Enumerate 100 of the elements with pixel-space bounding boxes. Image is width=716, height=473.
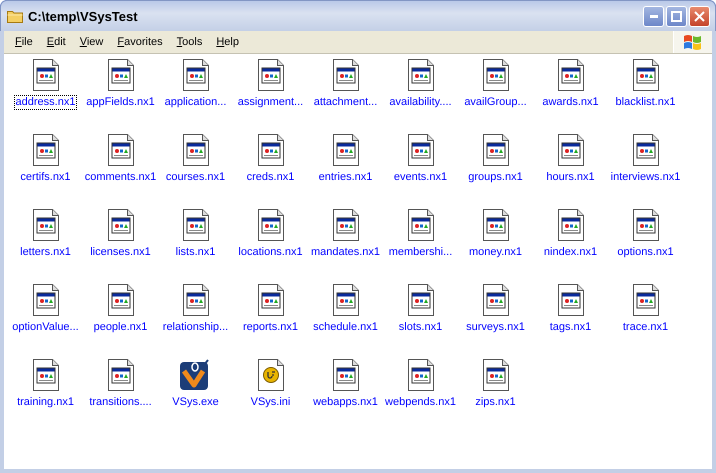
document-icon <box>556 209 584 241</box>
file-name[interactable]: schedule.nx1 <box>311 320 380 335</box>
document-icon <box>556 284 584 316</box>
file-name[interactable]: VSys.exe <box>170 395 221 410</box>
document-icon <box>106 134 134 166</box>
window-title: C:\temp\VSysTest <box>28 8 139 24</box>
document-icon <box>406 209 434 241</box>
document-icon <box>632 209 660 241</box>
file-name[interactable]: VSys.ini <box>248 395 292 410</box>
file-name[interactable]: reports.nx1 <box>240 320 300 335</box>
document-icon <box>32 284 60 316</box>
file-name[interactable]: letters.nx1 <box>18 245 73 260</box>
file-name[interactable]: tags.nx1 <box>548 320 594 335</box>
menu-item[interactable]: Tools <box>170 36 210 48</box>
folder-icon <box>7 9 23 23</box>
maximize-icon <box>671 10 682 22</box>
file-name[interactable]: optionValue... <box>10 320 81 335</box>
document-icon <box>632 134 660 166</box>
document-icon <box>106 209 134 241</box>
file-name[interactable]: availability.... <box>387 95 454 110</box>
file-name[interactable]: courses.nx1 <box>164 170 228 185</box>
document-icon <box>182 209 210 241</box>
document-icon <box>182 284 210 316</box>
document-icon <box>182 134 210 166</box>
file-name[interactable]: webpends.nx1 <box>383 395 458 410</box>
windows-flag-icon <box>683 33 703 51</box>
document-icon <box>482 284 510 316</box>
document-icon <box>406 59 434 91</box>
file-name[interactable]: address.nx1 <box>14 95 78 110</box>
file-name[interactable]: relationship... <box>160 320 230 335</box>
file-name[interactable]: locations.nx1 <box>236 245 305 260</box>
file-name[interactable]: appFields.nx1 <box>84 95 157 110</box>
file-name[interactable]: nindex.nx1 <box>542 245 600 260</box>
file-name[interactable]: membershi... <box>386 245 454 260</box>
file-name[interactable]: groups.nx1 <box>466 170 525 185</box>
file-name[interactable]: training.nx1 <box>15 395 76 410</box>
document-icon <box>256 284 284 316</box>
document-icon <box>256 59 284 91</box>
document-icon <box>632 59 660 91</box>
file-name[interactable]: hours.nx1 <box>544 170 597 185</box>
file-name[interactable]: events.nx1 <box>392 170 450 185</box>
file-name[interactable]: mandates.nx1 <box>308 245 382 260</box>
document-icon <box>406 134 434 166</box>
file-name[interactable]: money.nx1 <box>467 245 524 260</box>
document-icon <box>332 209 360 241</box>
file-name[interactable]: webapps.nx1 <box>311 395 380 410</box>
menu-item[interactable]: Favorites <box>110 36 170 48</box>
document-icon <box>32 134 60 166</box>
document-icon <box>556 59 584 91</box>
document-icon <box>106 359 134 391</box>
file-name[interactable]: application... <box>162 95 228 110</box>
file-name[interactable]: interviews.nx1 <box>608 170 682 185</box>
menu-item[interactable]: File <box>8 36 40 48</box>
file-name[interactable]: transitions.... <box>87 395 154 410</box>
document-icon <box>332 134 360 166</box>
document-icon <box>556 134 584 166</box>
document-icon <box>256 209 284 241</box>
file-name[interactable]: certifs.nx1 <box>18 170 73 185</box>
menu-item[interactable]: View <box>72 36 110 48</box>
document-icon <box>32 59 60 91</box>
file-name[interactable]: attachment... <box>312 95 380 110</box>
close-button[interactable] <box>689 6 710 26</box>
document-icon <box>32 359 60 391</box>
minimize-icon <box>650 14 658 18</box>
file-name[interactable]: options.nx1 <box>615 245 676 260</box>
document-icon <box>332 59 360 91</box>
file-name[interactable]: assignment... <box>236 95 306 110</box>
minimize-button[interactable] <box>643 6 664 26</box>
document-icon <box>406 359 434 391</box>
document-icon <box>332 284 360 316</box>
document-icon <box>182 59 210 91</box>
document-icon <box>32 209 60 241</box>
file-name[interactable]: surveys.nx1 <box>464 320 527 335</box>
menu-item[interactable]: Help <box>209 36 246 48</box>
document-icon <box>482 134 510 166</box>
file-name[interactable]: availGroup... <box>462 95 529 110</box>
file-name[interactable]: trace.nx1 <box>620 320 670 335</box>
close-icon <box>694 10 705 22</box>
document-icon <box>106 284 134 316</box>
maximize-button[interactable] <box>666 6 687 26</box>
file-name[interactable]: entries.nx1 <box>316 170 374 185</box>
file-name[interactable]: slots.nx1 <box>396 320 444 335</box>
file-name[interactable]: lists.nx1 <box>174 245 218 260</box>
file-name[interactable]: awards.nx1 <box>540 95 601 110</box>
file-name[interactable]: licenses.nx1 <box>88 245 153 260</box>
document-icon <box>256 134 284 166</box>
document-icon <box>632 284 660 316</box>
file-name[interactable]: creds.nx1 <box>244 170 296 185</box>
file-name[interactable]: people.nx1 <box>92 320 150 335</box>
document-icon <box>332 359 360 391</box>
menu-item[interactable]: Edit <box>40 36 73 48</box>
settings-document-icon <box>256 359 284 391</box>
document-icon <box>482 209 510 241</box>
document-icon <box>482 59 510 91</box>
document-icon <box>406 284 434 316</box>
document-icon <box>106 59 134 91</box>
document-icon <box>482 359 510 391</box>
file-name[interactable]: zips.nx1 <box>473 395 518 410</box>
file-name[interactable]: blacklist.nx1 <box>614 95 678 110</box>
file-name[interactable]: comments.nx1 <box>82 170 158 185</box>
